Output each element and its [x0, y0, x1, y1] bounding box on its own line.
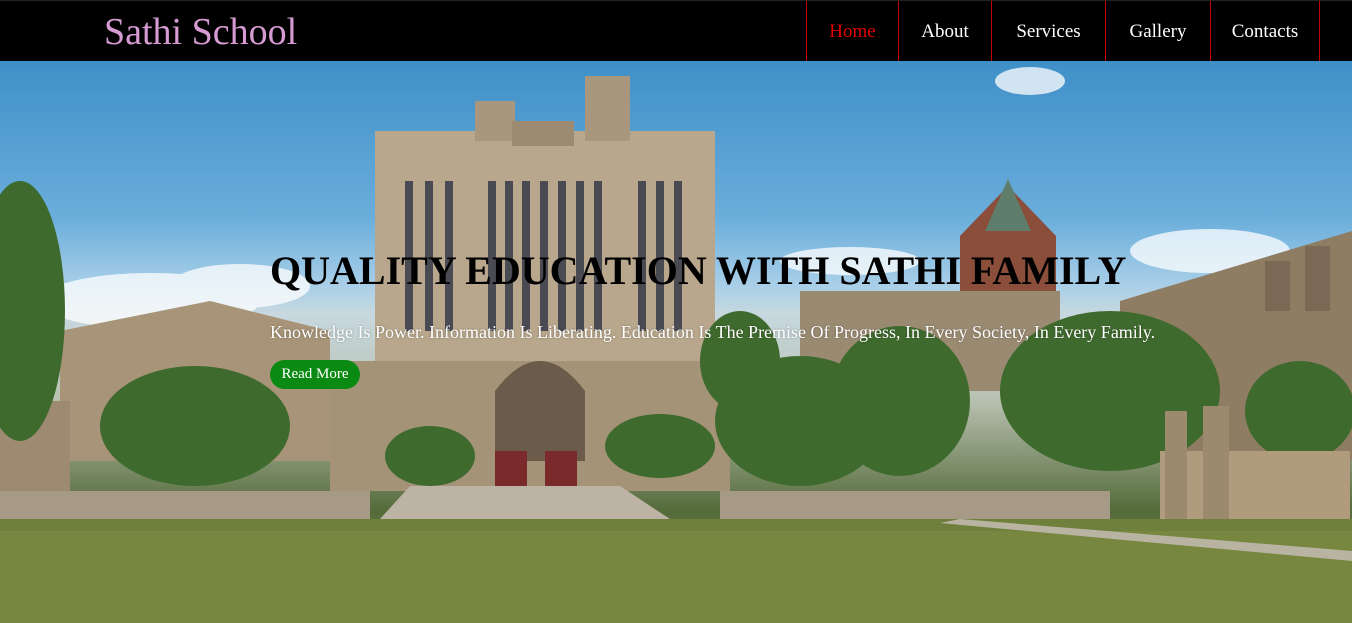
nav-item-contacts[interactable]: Contacts: [1211, 1, 1320, 62]
hero-subtitle: Knowledge Is Power. Information Is Liber…: [270, 322, 1156, 342]
nav-item-home[interactable]: Home: [807, 1, 899, 62]
nav-item-gallery[interactable]: Gallery: [1106, 1, 1211, 62]
hero-title: QUALITY EDUCATION WITH SATHI FAMILY: [270, 248, 1127, 293]
nav-item-services[interactable]: Services: [992, 1, 1106, 62]
top-navbar: Sathi School Home About Services Gallery…: [0, 0, 1352, 62]
read-more-button[interactable]: Read More: [270, 360, 360, 389]
nav-item-about[interactable]: About: [899, 1, 992, 62]
hero-banner: QUALITY EDUCATION WITH SATHI FAMILY Know…: [0, 61, 1352, 623]
nav-links: Home About Services Gallery Contacts: [806, 1, 1320, 62]
brand-logo-link[interactable]: Sathi School: [104, 10, 297, 54]
